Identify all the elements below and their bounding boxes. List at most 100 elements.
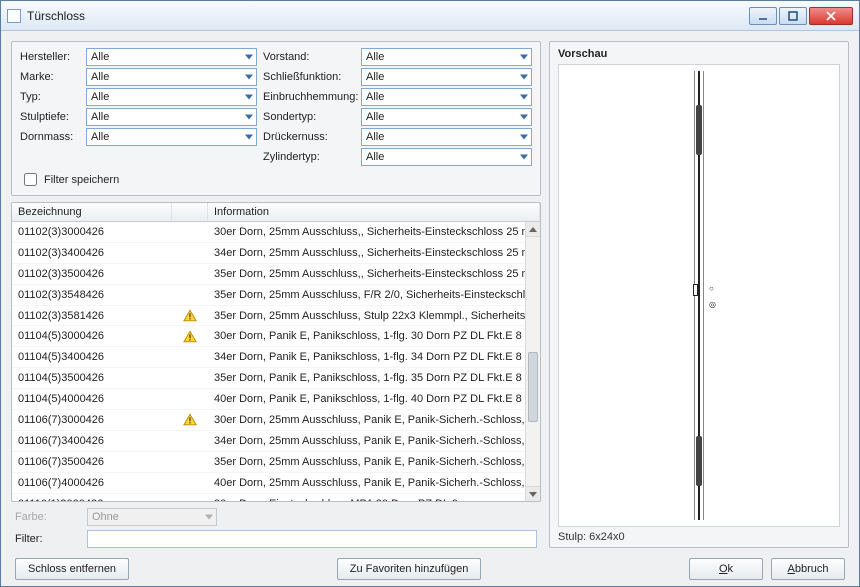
table-row[interactable]: 01102(3)350042635er Dorn, 25mm Ausschlus… — [12, 264, 525, 285]
cell-warn — [172, 330, 208, 343]
minimize-button[interactable] — [749, 7, 777, 25]
combo-value: Alle — [91, 91, 109, 103]
cell-information: 34er Dorn, 25mm Ausschluss, Panik E, Pan… — [208, 435, 525, 447]
cell-information: 35er Dorn, 25mm Ausschluss, Panik E, Pan… — [208, 456, 525, 468]
app-icon — [7, 9, 21, 23]
combo-value: Alle — [366, 91, 384, 103]
preview-mark-b: ◎ — [709, 300, 716, 309]
cell-information: 30er Dorn, Einsteckschloss MPA 30 Dorn P… — [208, 498, 525, 501]
cell-warn — [172, 413, 208, 426]
grid-rows: 01102(3)300042630er Dorn, 25mm Ausschlus… — [12, 222, 525, 501]
combo-zylindertyp[interactable]: Alle — [361, 148, 532, 166]
table-row[interactable]: 01104(5)3000426 30er Dorn, Panik E, Panik… — [12, 326, 525, 347]
combo-value: Alle — [366, 131, 384, 143]
cell-information: 35er Dorn, 25mm Ausschluss, Stulp 22x3 K… — [208, 310, 525, 322]
scroll-up-arrow-icon[interactable] — [526, 222, 540, 237]
titlebar: Türschloss — [1, 1, 859, 31]
cell-information: 40er Dorn, Panik E, Panikschloss, 1-flg.… — [208, 393, 525, 405]
combo-dornmass[interactable]: Alle — [86, 128, 257, 146]
cell-bezeichnung: 01106(7)3000426 — [12, 414, 172, 426]
label-hersteller: Hersteller: — [20, 51, 80, 63]
preview-edge-right — [703, 71, 704, 520]
left-column: Hersteller: Alle Vorstand: Alle Marke: A… — [11, 41, 541, 548]
close-button[interactable] — [809, 7, 853, 25]
combo-value: Alle — [91, 131, 109, 143]
scroll-thumb[interactable] — [528, 352, 538, 422]
vertical-scrollbar[interactable] — [525, 222, 540, 501]
button-bar: Schloss entfernen Zu Favoriten hinzufüge… — [11, 556, 849, 580]
add-favorite-button[interactable]: Zu Favoriten hinzufügen — [337, 558, 482, 580]
label-dornmass: Dornmass: — [20, 131, 80, 143]
table-row[interactable]: 01106(7)350042635er Dorn, 25mm Ausschlus… — [12, 452, 525, 473]
table-row[interactable]: 01106(7)340042634er Dorn, 25mm Ausschlus… — [12, 431, 525, 452]
table-row[interactable]: 01102(3)3581426 35er Dorn, 25mm Ausschlus… — [12, 306, 525, 327]
cell-information: 35er Dorn, 25mm Ausschluss, F/R 2/0, Sic… — [208, 289, 525, 301]
grid-body: 01102(3)300042630er Dorn, 25mm Ausschlus… — [12, 222, 540, 501]
combo-drueckernuss[interactable]: Alle — [361, 128, 532, 146]
combo-typ[interactable]: Alle — [86, 88, 257, 106]
label-sondertyp: Sondertyp: — [263, 111, 355, 123]
ok-button[interactable]: Ok — [689, 558, 763, 580]
combo-hersteller[interactable]: Alle — [86, 48, 257, 66]
table-row[interactable]: 01106(7)400042640er Dorn, 25mm Ausschlus… — [12, 473, 525, 494]
combo-schliessfunktion[interactable]: Alle — [361, 68, 532, 86]
scroll-down-arrow-icon[interactable] — [526, 486, 540, 501]
table-row[interactable]: 01102(3)300042630er Dorn, 25mm Ausschlus… — [12, 222, 525, 243]
cancel-button[interactable]: Abbruch — [771, 558, 845, 580]
label-zylindertyp: Zylindertyp: — [263, 151, 355, 163]
table-row[interactable]: 01106(7)300042630er Dorn, 25mm Ausschlus… — [12, 410, 525, 431]
cell-bezeichnung: 01104(5)3400426 — [12, 351, 172, 363]
label-vorstand: Vorstand: — [263, 51, 355, 63]
cell-bezeichnung: 01102(3)3581426 — [12, 310, 172, 322]
combo-value: Alle — [91, 111, 109, 123]
table-row[interactable]: 01104(5)4000426 40er Dorn, Panik E, Panik… — [12, 389, 525, 410]
cell-warn — [172, 309, 208, 322]
dialog-body: Hersteller: Alle Vorstand: Alle Marke: A… — [1, 31, 859, 586]
cell-information: 34er Dorn, Panik E, Panikschloss, 1-flg.… — [208, 351, 525, 363]
maximize-button[interactable] — [779, 7, 807, 25]
table-row[interactable]: 01102(3)3400426 34er Dorn, 25mm Ausschlus… — [12, 243, 525, 264]
save-filter-label: Filter speichern — [44, 174, 119, 186]
filters-grid: Hersteller: Alle Vorstand: Alle Marke: A… — [20, 48, 532, 166]
label-einbruchhemmung: Einbruchhemmung: — [263, 91, 355, 103]
table-row[interactable]: 01102(3)354842635er Dorn, 25mm Ausschlus… — [12, 285, 525, 306]
label-farbe: Farbe: — [15, 511, 75, 523]
combo-stulptiefe[interactable]: Alle — [86, 108, 257, 126]
cell-bezeichnung: 01102(3)3400426 — [12, 247, 172, 259]
combo-value: Alle — [366, 151, 384, 163]
label-drueckernuss: Drückernuss: — [263, 131, 355, 143]
preview-stulp-label: Stulp: 6x24x0 — [558, 531, 840, 543]
remove-lock-button[interactable]: Schloss entfernen — [15, 558, 129, 580]
cell-information: 35er Dorn, Panik E, Panikschloss, 1-flg.… — [208, 372, 525, 384]
combo-einbruchhemmung[interactable]: Alle — [361, 88, 532, 106]
preview-panel: Vorschau ○ ◎ Stulp: 6x24x0 — [549, 41, 849, 548]
label-typ: Typ: — [20, 91, 80, 103]
col-header-information[interactable]: Information — [208, 203, 540, 221]
combo-value: Alle — [91, 51, 109, 63]
combo-marke[interactable]: Alle — [86, 68, 257, 86]
combo-value: Alle — [91, 71, 109, 83]
cell-information: 30er Dorn, Panik E, Panikschloss, 1-flg.… — [208, 330, 525, 342]
below-grid-controls: Farbe: Ohne Filter: — [11, 508, 541, 548]
filter-input[interactable] — [87, 530, 537, 548]
cell-information: 34er Dorn, 25mm Ausschluss,, Sicherheits… — [208, 247, 525, 259]
upper-area: Hersteller: Alle Vorstand: Alle Marke: A… — [11, 41, 849, 548]
cell-bezeichnung: 01104(5)4000426 — [12, 393, 172, 405]
combo-vorstand[interactable]: Alle — [361, 48, 532, 66]
table-row[interactable]: 01110(1)300042630er Dorn, Einsteckschlos… — [12, 494, 525, 501]
table-row[interactable]: 01104(5)3400426 34er Dorn, Panik E, Panik… — [12, 347, 525, 368]
table-row[interactable]: 01104(5)350042635er Dorn, Panik E, Panik… — [12, 368, 525, 389]
label-schliessfunktion: Schließfunktion: — [263, 71, 355, 83]
filters-panel: Hersteller: Alle Vorstand: Alle Marke: A… — [11, 41, 541, 196]
col-header-warn[interactable] — [172, 203, 208, 221]
combo-value: Alle — [366, 51, 384, 63]
save-filter-checkbox[interactable] — [24, 173, 37, 186]
cell-bezeichnung: 01104(5)3000426 — [12, 330, 172, 342]
cell-information: 30er Dorn, 25mm Ausschluss,, Sicherheits… — [208, 226, 525, 238]
col-header-bezeichnung[interactable]: Bezeichnung — [12, 203, 172, 221]
result-grid: Bezeichnung Information 01102(3)30004263… — [11, 202, 541, 502]
preview-title: Vorschau — [558, 48, 840, 60]
cell-information: 35er Dorn, 25mm Ausschluss,, Sicherheits… — [208, 268, 525, 280]
preview-element-bottom — [696, 436, 702, 486]
combo-sondertyp[interactable]: Alle — [361, 108, 532, 126]
